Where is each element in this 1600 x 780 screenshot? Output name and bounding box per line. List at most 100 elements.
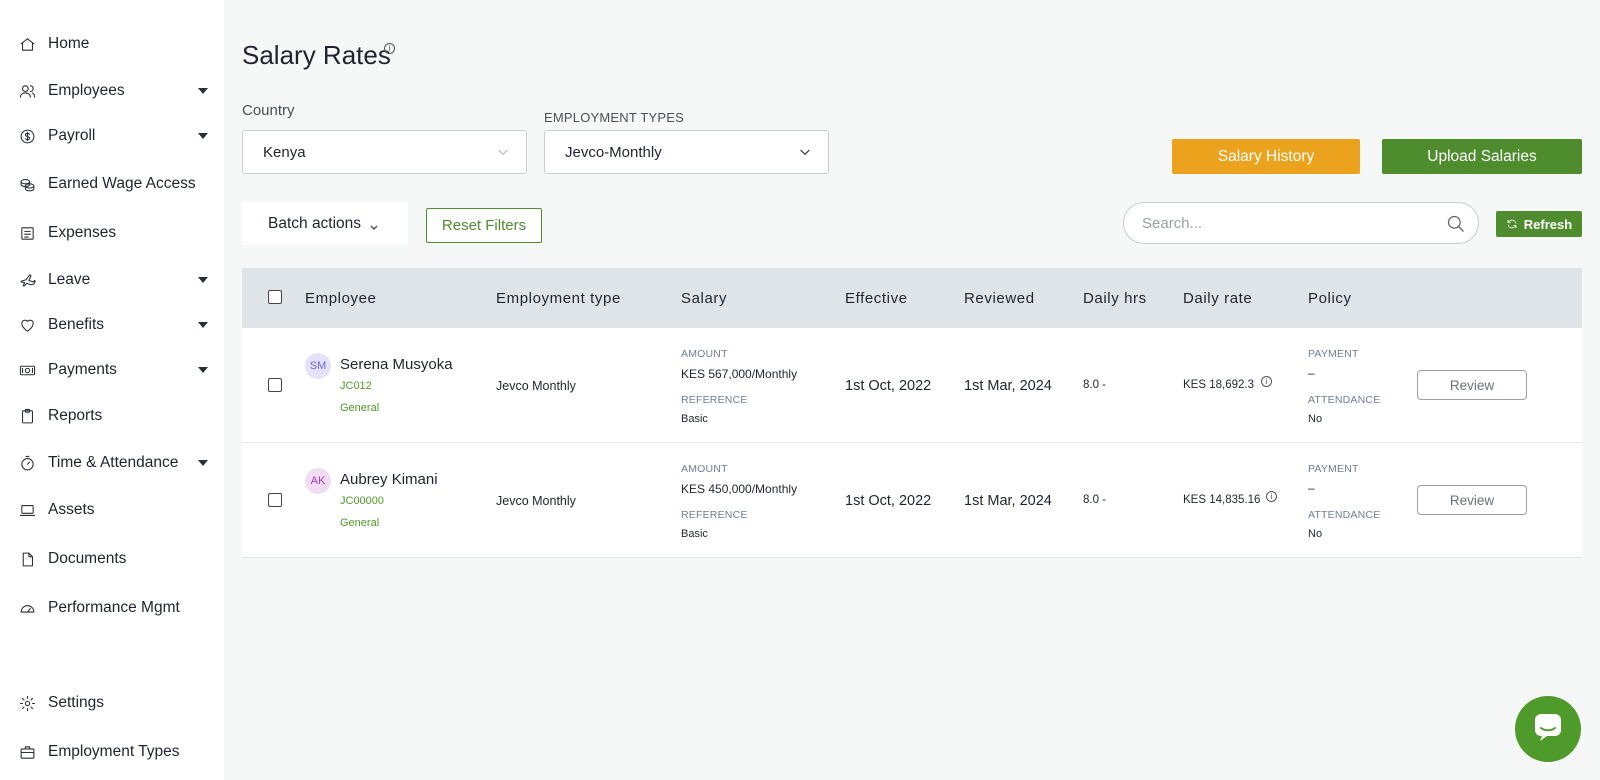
clipboard-icon: [18, 407, 36, 425]
sidebar-item-label: Payroll: [48, 127, 96, 144]
sidebar-item-employment-types[interactable]: Employment Types: [18, 738, 208, 766]
employee-name[interactable]: Serena Musyoka: [340, 356, 453, 373]
salary-amount: KES 567,000/Monthly: [681, 367, 798, 381]
sidebar-item-label: Employment Types: [48, 743, 180, 760]
attendance-label: ATTENDANCE: [1308, 394, 1381, 406]
briefcase-icon: [18, 743, 36, 761]
info-icon[interactable]: i: [384, 43, 395, 54]
users-icon: [18, 82, 36, 100]
sidebar-item-label: Reports: [48, 407, 103, 424]
caret-down-icon: [198, 460, 208, 466]
daily-hours: 8.0 -: [1083, 494, 1107, 506]
sidebar-item-label: Assets: [48, 501, 95, 518]
daily-rate: KES 14,835.16: [1183, 494, 1261, 506]
row-checkbox[interactable]: [268, 378, 282, 392]
receipt-icon: [18, 224, 36, 242]
sidebar-item-label: Expenses: [48, 224, 117, 241]
sidebar-item-time-attendance[interactable]: Time & Attendance: [18, 449, 208, 477]
info-icon[interactable]: i: [1266, 491, 1277, 502]
search-icon[interactable]: [1446, 214, 1466, 234]
sidebar-item-label: Time & Attendance: [48, 454, 179, 471]
salary-table: Employee Employment type Salary Effectiv…: [242, 268, 1582, 558]
select-all-checkbox[interactable]: [268, 290, 282, 304]
salary-reference: Basic: [681, 528, 708, 540]
employee-name[interactable]: Aubrey Kimani: [340, 471, 438, 488]
sidebar-item-payroll[interactable]: Payroll: [18, 122, 208, 150]
batch-actions-dropdown[interactable]: Batch actions: [242, 202, 408, 245]
column-header-daily-rate[interactable]: Daily rate: [1183, 290, 1252, 307]
reviewed-date: 1st Mar, 2024: [964, 493, 1052, 509]
salary-history-button[interactable]: Salary History: [1172, 139, 1360, 174]
payment-label: PAYMENT: [1308, 463, 1359, 475]
sidebar-item-documents[interactable]: Documents: [18, 545, 208, 573]
column-header-employment-type[interactable]: Employment type: [496, 290, 621, 307]
refresh-label: Refresh: [1523, 216, 1573, 232]
main-content: Salary Rates i Country Kenya EMPLOYMENT …: [224, 0, 1600, 780]
sidebar-item-leave[interactable]: Leave: [18, 266, 208, 294]
caret-down-icon: [198, 322, 208, 328]
column-header-salary[interactable]: Salary: [681, 290, 727, 307]
search-box: [1123, 202, 1479, 244]
salary-amount: KES 450,000/Monthly: [681, 482, 798, 496]
laptop-icon: [18, 501, 36, 519]
payment-value: –: [1308, 366, 1315, 380]
amount-label: AMOUNT: [681, 348, 728, 360]
avatar: SM: [305, 353, 331, 379]
payment-label: PAYMENT: [1308, 348, 1359, 360]
employment-type-select[interactable]: Jevco-Monthly: [544, 130, 829, 174]
sidebar-item-home[interactable]: Home: [18, 30, 208, 58]
sidebar-item-reports[interactable]: Reports: [18, 402, 208, 430]
plane-icon: [18, 271, 36, 289]
table-row[interactable]: SM Serena Musyoka JC012 General Jevco Mo…: [242, 328, 1582, 443]
employment-types-label: EMPLOYMENT TYPES: [544, 110, 684, 125]
sidebar-item-assets[interactable]: Assets: [18, 496, 208, 524]
sidebar-item-label: Benefits: [48, 316, 105, 333]
review-button[interactable]: Review: [1417, 485, 1527, 515]
table-row[interactable]: AK Aubrey Kimani JC00000 General Jevco M…: [242, 443, 1582, 558]
sidebar: Home Employees Payroll Earned Wage Acces…: [0, 0, 224, 780]
refresh-button[interactable]: Refresh: [1496, 211, 1582, 237]
effective-date: 1st Oct, 2022: [845, 493, 932, 509]
amount-label: AMOUNT: [681, 463, 728, 475]
table-header: Employee Employment type Salary Effectiv…: [242, 268, 1582, 328]
gear-icon: [18, 694, 36, 712]
chat-widget-button[interactable]: [1515, 696, 1581, 762]
heart-icon: [18, 316, 36, 334]
column-header-reviewed[interactable]: Reviewed: [964, 290, 1035, 307]
column-header-policy[interactable]: Policy: [1308, 290, 1352, 307]
sidebar-item-label: Payments: [48, 361, 117, 378]
sidebar-item-expenses[interactable]: Expenses: [18, 219, 208, 247]
column-header-employee[interactable]: Employee: [305, 290, 377, 307]
sidebar-item-label: Performance Mgmt: [48, 599, 180, 616]
refresh-icon: [1506, 218, 1518, 230]
chevron-down-icon: [798, 145, 812, 159]
caret-down-icon: [198, 88, 208, 94]
home-icon: [18, 35, 36, 53]
column-header-daily-hrs[interactable]: Daily hrs: [1083, 290, 1147, 307]
column-header-effective[interactable]: Effective: [845, 290, 908, 307]
sidebar-item-label: Documents: [48, 550, 127, 567]
employee-group: General: [340, 517, 380, 529]
sidebar-item-earned-wage-access[interactable]: Earned Wage Access: [18, 170, 208, 198]
sidebar-item-payments[interactable]: Payments: [18, 356, 208, 384]
caret-down-icon: [198, 277, 208, 283]
batch-actions-label: Batch actions: [268, 214, 362, 232]
reference-label: REFERENCE: [681, 394, 748, 406]
sidebar-item-employees[interactable]: Employees: [18, 77, 208, 105]
country-select[interactable]: Kenya: [242, 130, 527, 174]
upload-salaries-button[interactable]: Upload Salaries: [1382, 139, 1582, 174]
row-checkbox[interactable]: [268, 493, 282, 507]
effective-date: 1st Oct, 2022: [845, 378, 932, 394]
sidebar-item-performance-mgmt[interactable]: Performance Mgmt: [18, 594, 208, 622]
reset-filters-button[interactable]: Reset Filters: [426, 208, 542, 243]
sidebar-item-settings[interactable]: Settings: [18, 689, 208, 717]
sidebar-item-benefits[interactable]: Benefits: [18, 311, 208, 339]
reference-label: REFERENCE: [681, 509, 748, 521]
coins-icon: [18, 175, 36, 193]
info-icon[interactable]: i: [1261, 376, 1272, 387]
review-button[interactable]: Review: [1417, 370, 1527, 400]
attendance-value: No: [1308, 413, 1323, 425]
country-label: Country: [242, 102, 295, 119]
search-input[interactable]: [1142, 214, 1432, 232]
document-icon: [18, 550, 36, 568]
